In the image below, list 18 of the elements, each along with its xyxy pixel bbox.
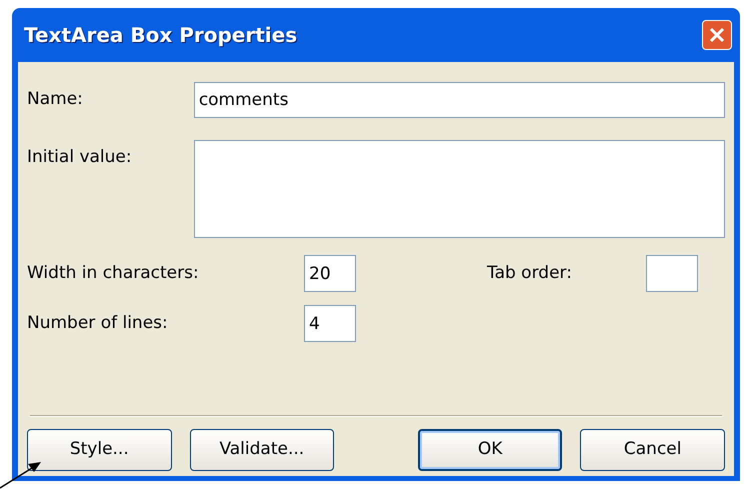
tab-order-field[interactable] [646,255,698,292]
cancel-button[interactable]: Cancel [580,429,725,471]
initial-value-label: Initial value: [27,146,133,169]
close-icon [708,26,726,44]
width-field[interactable]: 20 [304,255,356,292]
pointer-arrow [0,459,42,489]
width-label: Width in characters: [27,262,200,285]
validate-button[interactable]: Validate... [190,429,334,471]
lines-label: Number of lines: [27,312,169,335]
style-button[interactable]: Style... [27,429,172,471]
lines-field[interactable]: 4 [304,305,356,342]
initial-value-field[interactable] [194,140,725,238]
close-button[interactable] [702,20,732,50]
ok-button[interactable]: OK [418,429,562,471]
window-title: TextArea Box Properties [24,22,298,49]
name-field[interactable]: comments [194,82,725,118]
name-label: Name: [27,88,84,112]
tab-order-label: Tab order: [487,262,573,285]
